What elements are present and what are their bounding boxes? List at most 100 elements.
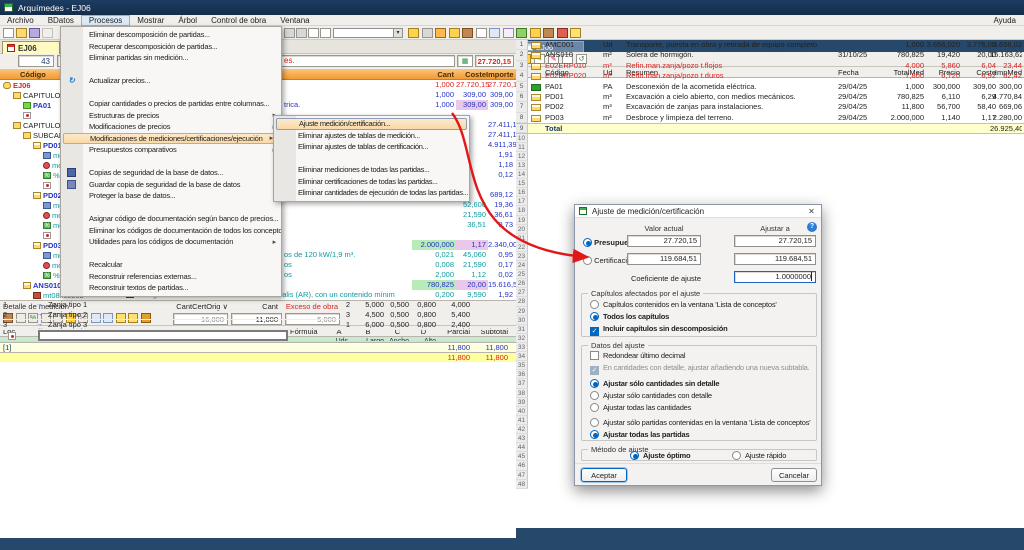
active-cell-input[interactable] — [38, 330, 288, 341]
window-tile-icon[interactable] — [320, 28, 331, 38]
comment-cell[interactable]: Zanja tipo 2 — [48, 310, 87, 320]
menu-item[interactable]: Utilidades para los códigos de documenta… — [61, 236, 281, 248]
empty-row[interactable]: 12 — [516, 152, 1024, 161]
menubar-item-ayuda[interactable]: Ayuda — [993, 15, 1016, 26]
table-row[interactable]: 2 ANS010 m² Solera de hormigón. 31/10/25… — [516, 50, 1024, 60]
detail-row[interactable]: 2 → Zanja tipo 2 3 4,500 0,500 0,800 5,4… — [0, 310, 516, 320]
detail-row[interactable]: 3 → Zanja tipo 3 1 6,000 0,500 0,800 2,4… — [0, 320, 516, 330]
menu-item[interactable]: Copiar cantidades o precios de partidas … — [61, 98, 281, 110]
row-count-box[interactable]: 43 — [18, 55, 54, 67]
submenu-item[interactable]: Eliminar ajustes de tablas de medición..… — [274, 130, 469, 142]
solo-con-detalle-option[interactable]: Ajustar sólo cantidades con detalle — [590, 391, 712, 400]
table-row[interactable]: 7 PD02 m³ Excavación de zanjas para inst… — [516, 102, 1024, 112]
gantt-icon[interactable] — [516, 28, 527, 38]
submenu-item[interactable]: Eliminar certificaciones de todas las pa… — [274, 176, 469, 188]
table-row[interactable]: 9 Total 26.925,40 — [516, 123, 1024, 133]
menu-item[interactable]: Modificaciones de precios ▸ — [61, 121, 281, 133]
resumen-cell[interactable]: Excavación de zanjas para instalaciones. — [626, 102, 836, 112]
resumen-cell[interactable]: Desbroce y limpieza del terreno. — [626, 113, 836, 123]
menu-item[interactable]: Eliminar partidas sin medición... — [61, 52, 281, 64]
chevron-down-icon[interactable]: ▾ — [393, 29, 402, 37]
documents-icon[interactable] — [530, 28, 541, 38]
col-cant[interactable]: Cant — [412, 70, 454, 79]
radio-icon[interactable] — [590, 418, 599, 427]
price-structure-icon[interactable] — [284, 28, 295, 38]
largo-cell[interactable]: 4,500 — [352, 310, 384, 320]
codigo-cell[interactable]: ANS010 — [545, 50, 601, 60]
menu-item[interactable]: Modificaciones de mediciones/certificaci… — [63, 133, 279, 145]
table-row[interactable]: 5 PA01 PA Desconexión de la acometida el… — [516, 82, 1024, 92]
menu-item[interactable]: Presupuestos comparativos ▸ — [61, 144, 281, 156]
submenu-item[interactable]: Eliminar cantidades de ejecución de toda… — [274, 187, 469, 199]
col-coste[interactable]: Coste — [456, 70, 486, 79]
empty-row[interactable]: 11 — [516, 143, 1024, 152]
alto-cell[interactable]: 0,800 — [411, 310, 436, 320]
menu-item[interactable]: Eliminar descomposición de partidas... — [61, 29, 281, 41]
codigo-cell[interactable]: E02ERP020 — [545, 71, 601, 81]
col-importe[interactable]: Importe — [486, 70, 513, 79]
empty-row[interactable]: 16 — [516, 188, 1024, 197]
uds-cell[interactable]: 3 — [328, 310, 350, 320]
cancelar-button[interactable]: Cancelar — [771, 468, 817, 482]
radio-icon[interactable] — [583, 238, 592, 247]
codigo-cell[interactable]: E02ERP010 — [545, 61, 601, 71]
report-icon[interactable] — [462, 28, 473, 38]
menu-item[interactable]: Reconstruir textos de partidas... — [61, 282, 281, 294]
menubar-item[interactable]: Procesos — [81, 15, 130, 26]
menubar-item[interactable]: Control de obra — [204, 15, 273, 26]
codigo-cell[interactable]: PD03 — [545, 113, 601, 123]
attachments-icon[interactable] — [422, 28, 433, 38]
checkbox-icon[interactable] — [590, 327, 599, 336]
concepts-list-icon[interactable] — [408, 28, 419, 38]
menubar-item[interactable]: Árbol — [171, 15, 204, 26]
radio-icon[interactable] — [590, 312, 599, 321]
comment-cell[interactable]: Zanja tipo 1 — [48, 300, 87, 310]
menubar-item[interactable]: Archivo — [0, 15, 41, 26]
submenu-item[interactable] — [274, 153, 469, 165]
menu-item[interactable] — [61, 156, 281, 168]
presupuesto-ajustar-field[interactable]: 27.720,15 — [734, 235, 816, 247]
tab-ej06-left[interactable]: EJ06 — [2, 41, 60, 54]
comment-cell[interactable]: Zanja tipo 3 — [48, 320, 87, 330]
incluir-sin-descomposicion-checkbox[interactable]: Incluir capítulos sin descomposición — [590, 324, 728, 336]
export-icon[interactable] — [557, 28, 568, 38]
codigo-cell[interactable]: PD02 — [545, 102, 601, 112]
menu-item[interactable] — [61, 202, 281, 214]
radio-icon[interactable] — [590, 391, 599, 400]
todos-capitulos-option[interactable]: Todos los capítulos — [590, 312, 669, 321]
radio-icon[interactable] — [583, 256, 592, 265]
checkbox-icon[interactable] — [590, 351, 599, 360]
coeficiente-input[interactable]: 1.0000000 — [734, 271, 816, 283]
todas-partidas-option[interactable]: Ajustar todas las partidas — [590, 430, 690, 439]
radio-icon[interactable] — [630, 451, 639, 460]
table-row[interactable]: 6 PD01 m³ Excavación a cielo abierto, co… — [516, 92, 1024, 102]
alto-cell[interactable]: 0,800 — [411, 300, 436, 310]
aceptar-button[interactable]: Aceptar — [581, 468, 627, 482]
menu-item[interactable]: Proteger la base de datos... — [61, 190, 281, 202]
menubar-item[interactable]: Ventana — [273, 15, 316, 26]
resumen-cell[interactable]: Refin.man.zanja/pozo t.flojos — [626, 61, 836, 71]
ancho-cell[interactable]: 0,500 — [386, 320, 409, 330]
menu-item[interactable] — [61, 64, 281, 76]
table-row[interactable]: 4 E02ERP020 m³ Refin.man.zanja/pozo t.du… — [516, 71, 1024, 81]
ajuste-rapido-option[interactable]: Ajuste rápido — [732, 451, 786, 460]
ajuste-optimo-option[interactable]: Ajuste óptimo — [630, 451, 690, 460]
link-references-icon[interactable] — [296, 28, 307, 38]
menu-item[interactable]: Actualizar precios... — [61, 75, 281, 87]
menu-item[interactable]: Copias de seguridad de la base de datos.… — [61, 167, 281, 179]
menubar-item[interactable]: BDatos — [41, 15, 81, 26]
ancho-cell[interactable]: 0,500 — [386, 300, 409, 310]
menu-item[interactable] — [61, 248, 281, 260]
save-database-icon[interactable] — [29, 28, 40, 38]
totals-button[interactable]: ▦ — [457, 55, 473, 67]
open-database-icon[interactable] — [16, 28, 27, 38]
menu-item[interactable]: Recalcular — [61, 259, 281, 271]
submenu-item[interactable]: Eliminar mediciones de todas las partida… — [274, 164, 469, 176]
uds-cell[interactable]: 1 — [328, 320, 350, 330]
resumen-cell[interactable]: Solera de hormigón. — [626, 50, 836, 60]
menu-item[interactable]: Asignar código de documentación según ba… — [61, 213, 281, 225]
radio-icon[interactable] — [590, 300, 599, 309]
uds-cell[interactable]: 2 — [328, 300, 350, 310]
tables-icon[interactable] — [489, 28, 500, 38]
largo-cell[interactable]: 6,000 — [352, 320, 384, 330]
